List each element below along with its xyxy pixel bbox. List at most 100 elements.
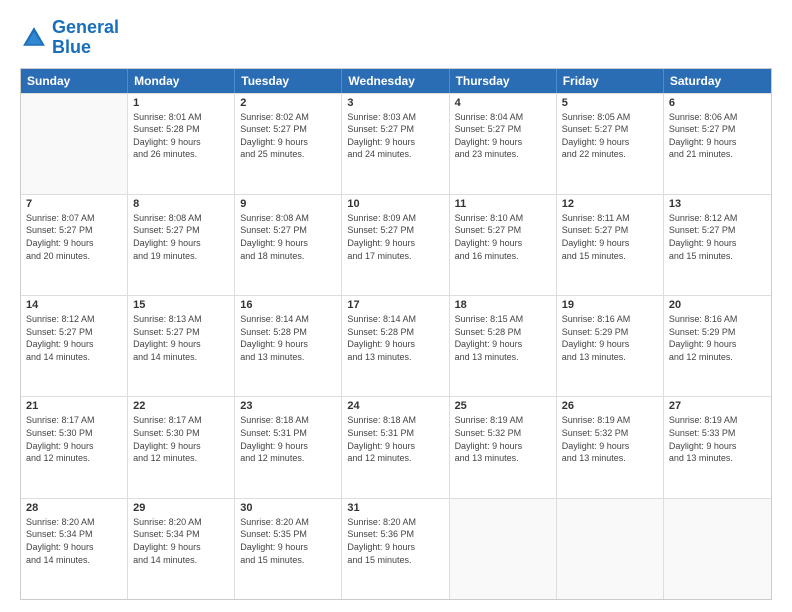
calendar: SundayMondayTuesdayWednesdayThursdayFrid…: [20, 68, 772, 600]
day-info: Sunrise: 8:08 AM Sunset: 5:27 PM Dayligh…: [133, 212, 229, 262]
day-info: Sunrise: 8:15 AM Sunset: 5:28 PM Dayligh…: [455, 313, 551, 363]
day-number: 28: [26, 502, 122, 514]
day-info: Sunrise: 8:16 AM Sunset: 5:29 PM Dayligh…: [669, 313, 766, 363]
day-number: 18: [455, 299, 551, 311]
calendar-cell: 2 Sunrise: 8:02 AM Sunset: 5:27 PM Daylig…: [235, 94, 342, 194]
day-number: 19: [562, 299, 658, 311]
calendar-header: SundayMondayTuesdayWednesdayThursdayFrid…: [21, 69, 771, 93]
calendar-cell: 27 Sunrise: 8:19 AM Sunset: 5:33 PM Dayli…: [664, 397, 771, 497]
calendar-header-cell: Wednesday: [342, 69, 449, 93]
calendar-header-cell: Friday: [557, 69, 664, 93]
day-number: 25: [455, 400, 551, 412]
calendar-cell: [21, 94, 128, 194]
day-info: Sunrise: 8:12 AM Sunset: 5:27 PM Dayligh…: [669, 212, 766, 262]
page: General Blue SundayMondayTuesdayWednesda…: [0, 0, 792, 612]
day-info: Sunrise: 8:04 AM Sunset: 5:27 PM Dayligh…: [455, 111, 551, 161]
calendar-cell: [450, 499, 557, 599]
day-info: Sunrise: 8:05 AM Sunset: 5:27 PM Dayligh…: [562, 111, 658, 161]
logo: General Blue: [20, 18, 119, 58]
day-info: Sunrise: 8:20 AM Sunset: 5:34 PM Dayligh…: [133, 516, 229, 566]
calendar-row: 7Sunrise: 8:07 AM Sunset: 5:27 PM Daylig…: [21, 194, 771, 295]
day-info: Sunrise: 8:13 AM Sunset: 5:27 PM Dayligh…: [133, 313, 229, 363]
day-number: 13: [669, 198, 766, 210]
day-number: 5: [562, 97, 658, 109]
day-info: Sunrise: 8:16 AM Sunset: 5:29 PM Dayligh…: [562, 313, 658, 363]
day-info: Sunrise: 8:18 AM Sunset: 5:31 PM Dayligh…: [240, 414, 336, 464]
calendar-cell: 5 Sunrise: 8:05 AM Sunset: 5:27 PM Daylig…: [557, 94, 664, 194]
calendar-cell: [664, 499, 771, 599]
day-info: Sunrise: 8:18 AM Sunset: 5:31 PM Dayligh…: [347, 414, 443, 464]
day-info: Sunrise: 8:02 AM Sunset: 5:27 PM Dayligh…: [240, 111, 336, 161]
calendar-cell: 16 Sunrise: 8:14 AM Sunset: 5:28 PM Dayli…: [235, 296, 342, 396]
calendar-cell: 12Sunrise: 8:11 AM Sunset: 5:27 PM Dayli…: [557, 195, 664, 295]
day-number: 2: [240, 97, 336, 109]
calendar-cell: 25 Sunrise: 8:19 AM Sunset: 5:32 PM Dayli…: [450, 397, 557, 497]
calendar-cell: 22 Sunrise: 8:17 AM Sunset: 5:30 PM Dayli…: [128, 397, 235, 497]
day-info: Sunrise: 8:10 AM Sunset: 5:27 PM Dayligh…: [455, 212, 551, 262]
calendar-cell: [557, 499, 664, 599]
calendar-row: 1 Sunrise: 8:01 AM Sunset: 5:28 PM Daylig…: [21, 93, 771, 194]
calendar-header-cell: Monday: [128, 69, 235, 93]
day-number: 31: [347, 502, 443, 514]
day-number: 11: [455, 198, 551, 210]
calendar-cell: 29Sunrise: 8:20 AM Sunset: 5:34 PM Dayli…: [128, 499, 235, 599]
day-number: 22: [133, 400, 229, 412]
day-number: 16: [240, 299, 336, 311]
day-number: 21: [26, 400, 122, 412]
calendar-cell: 8 Sunrise: 8:08 AM Sunset: 5:27 PM Daylig…: [128, 195, 235, 295]
header: General Blue: [20, 18, 772, 58]
calendar-cell: 20 Sunrise: 8:16 AM Sunset: 5:29 PM Dayli…: [664, 296, 771, 396]
calendar-cell: 15Sunrise: 8:13 AM Sunset: 5:27 PM Dayli…: [128, 296, 235, 396]
day-number: 1: [133, 97, 229, 109]
day-number: 9: [240, 198, 336, 210]
day-info: Sunrise: 8:19 AM Sunset: 5:33 PM Dayligh…: [669, 414, 766, 464]
day-number: 30: [240, 502, 336, 514]
day-number: 23: [240, 400, 336, 412]
calendar-cell: 4 Sunrise: 8:04 AM Sunset: 5:27 PM Daylig…: [450, 94, 557, 194]
calendar-cell: 31Sunrise: 8:20 AM Sunset: 5:36 PM Dayli…: [342, 499, 449, 599]
day-number: 10: [347, 198, 443, 210]
day-number: 26: [562, 400, 658, 412]
day-number: 17: [347, 299, 443, 311]
day-info: Sunrise: 8:14 AM Sunset: 5:28 PM Dayligh…: [347, 313, 443, 363]
day-number: 24: [347, 400, 443, 412]
day-info: Sunrise: 8:06 AM Sunset: 5:27 PM Dayligh…: [669, 111, 766, 161]
day-number: 8: [133, 198, 229, 210]
day-info: Sunrise: 8:03 AM Sunset: 5:27 PM Dayligh…: [347, 111, 443, 161]
day-info: Sunrise: 8:17 AM Sunset: 5:30 PM Dayligh…: [133, 414, 229, 464]
day-info: Sunrise: 8:08 AM Sunset: 5:27 PM Dayligh…: [240, 212, 336, 262]
day-info: Sunrise: 8:07 AM Sunset: 5:27 PM Dayligh…: [26, 212, 122, 262]
calendar-cell: 18 Sunrise: 8:15 AM Sunset: 5:28 PM Dayli…: [450, 296, 557, 396]
calendar-cell: 1 Sunrise: 8:01 AM Sunset: 5:28 PM Daylig…: [128, 94, 235, 194]
calendar-cell: 28 Sunrise: 8:20 AM Sunset: 5:34 PM Dayli…: [21, 499, 128, 599]
day-info: Sunrise: 8:19 AM Sunset: 5:32 PM Dayligh…: [455, 414, 551, 464]
calendar-row: 14Sunrise: 8:12 AM Sunset: 5:27 PM Dayli…: [21, 295, 771, 396]
day-number: 3: [347, 97, 443, 109]
calendar-cell: 13 Sunrise: 8:12 AM Sunset: 5:27 PM Dayli…: [664, 195, 771, 295]
logo-icon: [20, 24, 48, 52]
day-info: Sunrise: 8:20 AM Sunset: 5:34 PM Dayligh…: [26, 516, 122, 566]
day-info: Sunrise: 8:14 AM Sunset: 5:28 PM Dayligh…: [240, 313, 336, 363]
day-number: 20: [669, 299, 766, 311]
day-number: 6: [669, 97, 766, 109]
day-info: Sunrise: 8:01 AM Sunset: 5:28 PM Dayligh…: [133, 111, 229, 161]
calendar-cell: 30 Sunrise: 8:20 AM Sunset: 5:35 PM Dayli…: [235, 499, 342, 599]
calendar-cell: 11 Sunrise: 8:10 AM Sunset: 5:27 PM Dayli…: [450, 195, 557, 295]
calendar-cell: 14Sunrise: 8:12 AM Sunset: 5:27 PM Dayli…: [21, 296, 128, 396]
logo-text: General Blue: [52, 18, 119, 58]
day-number: 4: [455, 97, 551, 109]
calendar-header-cell: Tuesday: [235, 69, 342, 93]
day-info: Sunrise: 8:20 AM Sunset: 5:35 PM Dayligh…: [240, 516, 336, 566]
calendar-cell: 23 Sunrise: 8:18 AM Sunset: 5:31 PM Dayli…: [235, 397, 342, 497]
calendar-header-cell: Saturday: [664, 69, 771, 93]
calendar-cell: 24 Sunrise: 8:18 AM Sunset: 5:31 PM Dayli…: [342, 397, 449, 497]
calendar-row: 21 Sunrise: 8:17 AM Sunset: 5:30 PM Dayli…: [21, 396, 771, 497]
day-number: 14: [26, 299, 122, 311]
calendar-row: 28 Sunrise: 8:20 AM Sunset: 5:34 PM Dayli…: [21, 498, 771, 599]
calendar-cell: 17 Sunrise: 8:14 AM Sunset: 5:28 PM Dayli…: [342, 296, 449, 396]
day-number: 27: [669, 400, 766, 412]
day-number: 12: [562, 198, 658, 210]
day-info: Sunrise: 8:19 AM Sunset: 5:32 PM Dayligh…: [562, 414, 658, 464]
calendar-header-cell: Sunday: [21, 69, 128, 93]
calendar-cell: 9 Sunrise: 8:08 AM Sunset: 5:27 PM Daylig…: [235, 195, 342, 295]
